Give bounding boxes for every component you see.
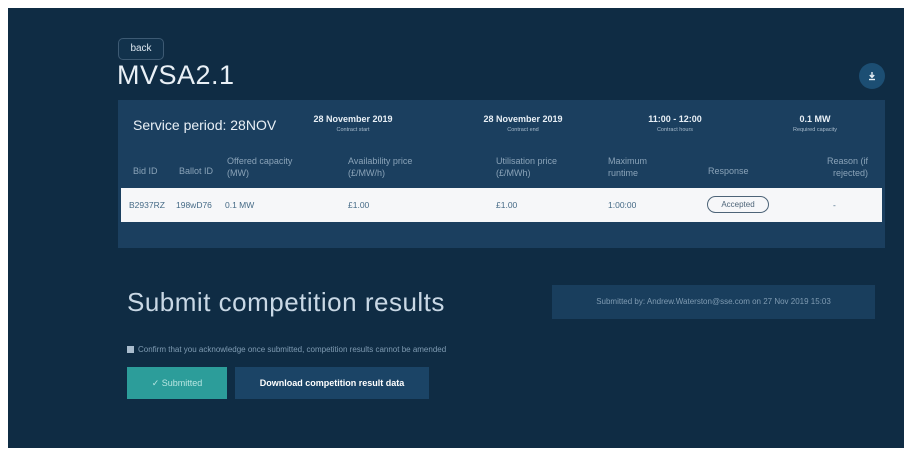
contract-hours: 11:00 - 12:00 Contract hours <box>605 114 745 133</box>
download-results-button[interactable]: Download competition result data <box>235 367 429 399</box>
contract-start-value: 28 November 2019 <box>313 114 393 124</box>
col-header-utilisation-price: Utilisation price (£/MWh) <box>496 156 558 178</box>
col-header-offered-capacity: Offered capacity (MW) <box>227 156 293 178</box>
card-header: Service period: 28NOV 28 November 2019 C… <box>118 100 885 150</box>
bid-id-cell: B2937RZ <box>129 200 165 210</box>
contract-start-label: Contract start <box>336 127 370 133</box>
submitted-by-info: Submitted by: Andrew.Waterston@sse.com o… <box>552 285 875 319</box>
availability-price-cell: £1.00 <box>348 200 370 210</box>
required-capacity-label: Required capacity <box>792 127 838 133</box>
reason-cell: - <box>833 200 836 210</box>
contract-end: 28 November 2019 Contract end <box>453 114 593 133</box>
app-screen: back MVSA2.1 Service period: 28NOV 28 No… <box>8 8 904 448</box>
status-badge: Accepted <box>707 196 769 213</box>
ballot-id-cell: 198wD76 <box>176 200 212 210</box>
capacity-cell: 0.1 MW <box>225 200 255 210</box>
table-row[interactable]: B2937RZ 198wD76 0.1 MW £1.00 £1.00 1:00:… <box>121 188 882 222</box>
utilisation-price-cell: £1.00 <box>496 200 518 210</box>
col-header-maximum-runtime: Maximum runtime <box>608 156 648 178</box>
col-header-ballot-id: Ballot ID <box>179 166 214 176</box>
confirm-checkbox-row[interactable]: Confirm that you acknowledge once submit… <box>127 345 446 354</box>
submitted-button[interactable]: ✓ Submitted <box>127 367 227 399</box>
col-header-reason: Reason (if rejected) <box>826 156 868 178</box>
required-capacity: 0.1 MW Required capacity <box>745 114 885 133</box>
contract-end-label: Contract end <box>507 127 539 133</box>
col-header-availability-price: Availability price (£/MW/h) <box>348 156 413 178</box>
required-capacity-value: 0.1 MW <box>799 114 831 124</box>
service-period-label: Service period: 28NOV <box>133 117 277 133</box>
page-title: MVSA2.1 <box>117 60 235 90</box>
download-icon <box>869 72 875 81</box>
contract-hours-value: 11:00 - 12:00 <box>648 114 702 124</box>
download-button[interactable] <box>859 63 885 89</box>
service-period-card: Service period: 28NOV 28 November 2019 C… <box>118 100 885 248</box>
contract-end-value: 28 November 2019 <box>483 114 563 124</box>
contract-hours-label: Contract hours <box>656 127 694 133</box>
submit-section-title: Submit competition results <box>127 287 445 317</box>
confirm-checkbox[interactable] <box>127 346 134 353</box>
contract-start: 28 November 2019 Contract start <box>283 114 423 133</box>
confirm-checkbox-label: Confirm that you acknowledge once submit… <box>138 345 447 354</box>
back-button[interactable]: back <box>118 38 164 60</box>
col-header-bid-id: Bid ID <box>133 166 158 176</box>
col-header-response: Response <box>708 166 749 176</box>
table-header: Bid ID Ballot ID Offered capacity (MW) A… <box>118 155 885 187</box>
max-runtime-cell: 1:00:00 <box>608 200 637 210</box>
